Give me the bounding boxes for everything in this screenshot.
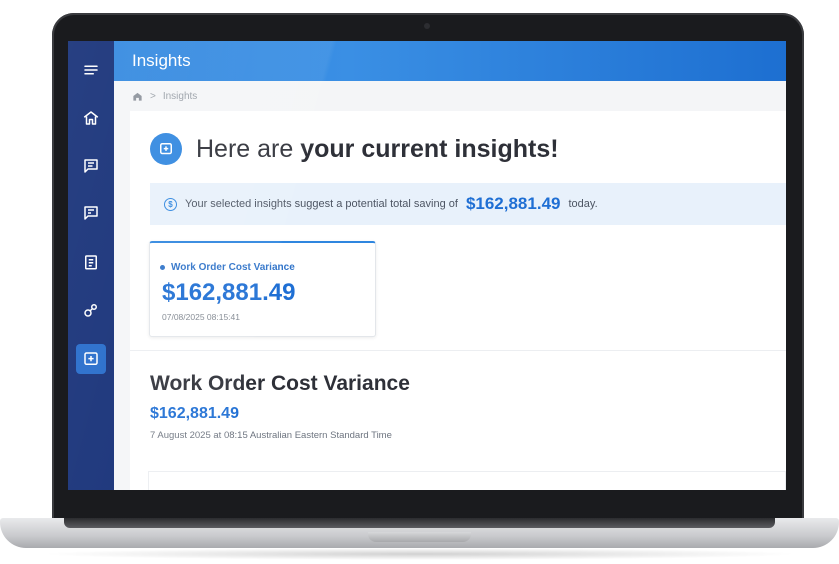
- laptop-notch: [368, 532, 471, 542]
- camera-dot: [424, 23, 430, 29]
- laptop-mockup: Insights > Insights Here are your curren…: [0, 0, 839, 564]
- sidebar-item-integrations[interactable]: [76, 295, 106, 325]
- bullet-icon: [160, 265, 165, 270]
- section-title: Work Order Cost Variance: [150, 372, 410, 395]
- tile-label-text: Work Order Cost Variance: [171, 262, 295, 273]
- tile-timestamp: 07/08/2025 08:15:41: [162, 312, 240, 322]
- menu-icon: [84, 65, 98, 75]
- sidebar-item-reports[interactable]: [76, 247, 106, 277]
- sidebar-item-insights[interactable]: [76, 344, 106, 374]
- link-icon: [84, 304, 97, 317]
- page-title: Insights: [132, 51, 191, 70]
- home-icon[interactable]: [132, 91, 143, 102]
- laptop-hinge: [64, 518, 775, 528]
- banner-suffix: today.: [568, 198, 598, 210]
- app-bar: Insights: [114, 41, 786, 81]
- sidebar: [68, 41, 114, 490]
- insight-tile[interactable]: Work Order Cost Variance $162,881.49 07/…: [149, 241, 376, 337]
- hero-title-rest: your current insights!: [300, 134, 559, 163]
- section-amount: $162,881.49: [150, 405, 239, 422]
- breadcrumb-current: Insights: [162, 90, 198, 102]
- menu-button[interactable]: [76, 55, 106, 85]
- laptop-shadow: [40, 548, 800, 560]
- insights-hero: Here are your current insights!: [150, 133, 559, 165]
- sidebar-item-requests[interactable]: [76, 198, 106, 228]
- banner-text: Your selected insights suggest a potenti…: [185, 198, 458, 210]
- insights-icon: [84, 352, 98, 365]
- breadcrumb-separator: >: [150, 90, 156, 102]
- tile-value: $162,881.49: [162, 279, 296, 306]
- section-divider: [130, 350, 786, 351]
- sidebar-item-home[interactable]: [76, 103, 106, 133]
- clipboard-icon: [85, 255, 97, 270]
- dollar-icon: $: [164, 197, 177, 211]
- tile-label: Work Order Cost Variance: [160, 262, 295, 273]
- savings-banner: $ Your selected insights suggest a poten…: [150, 183, 786, 225]
- banner-amount: $162,881.49: [465, 194, 561, 213]
- hero-badge: [150, 133, 182, 165]
- chat-icon: [84, 159, 98, 173]
- section-timestamp: 7 August 2025 at 08:15 Australian Easter…: [150, 430, 392, 441]
- home-icon: [83, 111, 99, 125]
- details-panel: [148, 471, 786, 490]
- hero-title-lead: Here are: [196, 134, 301, 163]
- breadcrumb: > Insights: [132, 89, 197, 103]
- hero-title: Here are your current insights!: [196, 135, 559, 164]
- sidebar-item-conversations[interactable]: [76, 151, 106, 181]
- chat-edit-icon: [84, 206, 98, 220]
- insights-icon: [160, 143, 172, 155]
